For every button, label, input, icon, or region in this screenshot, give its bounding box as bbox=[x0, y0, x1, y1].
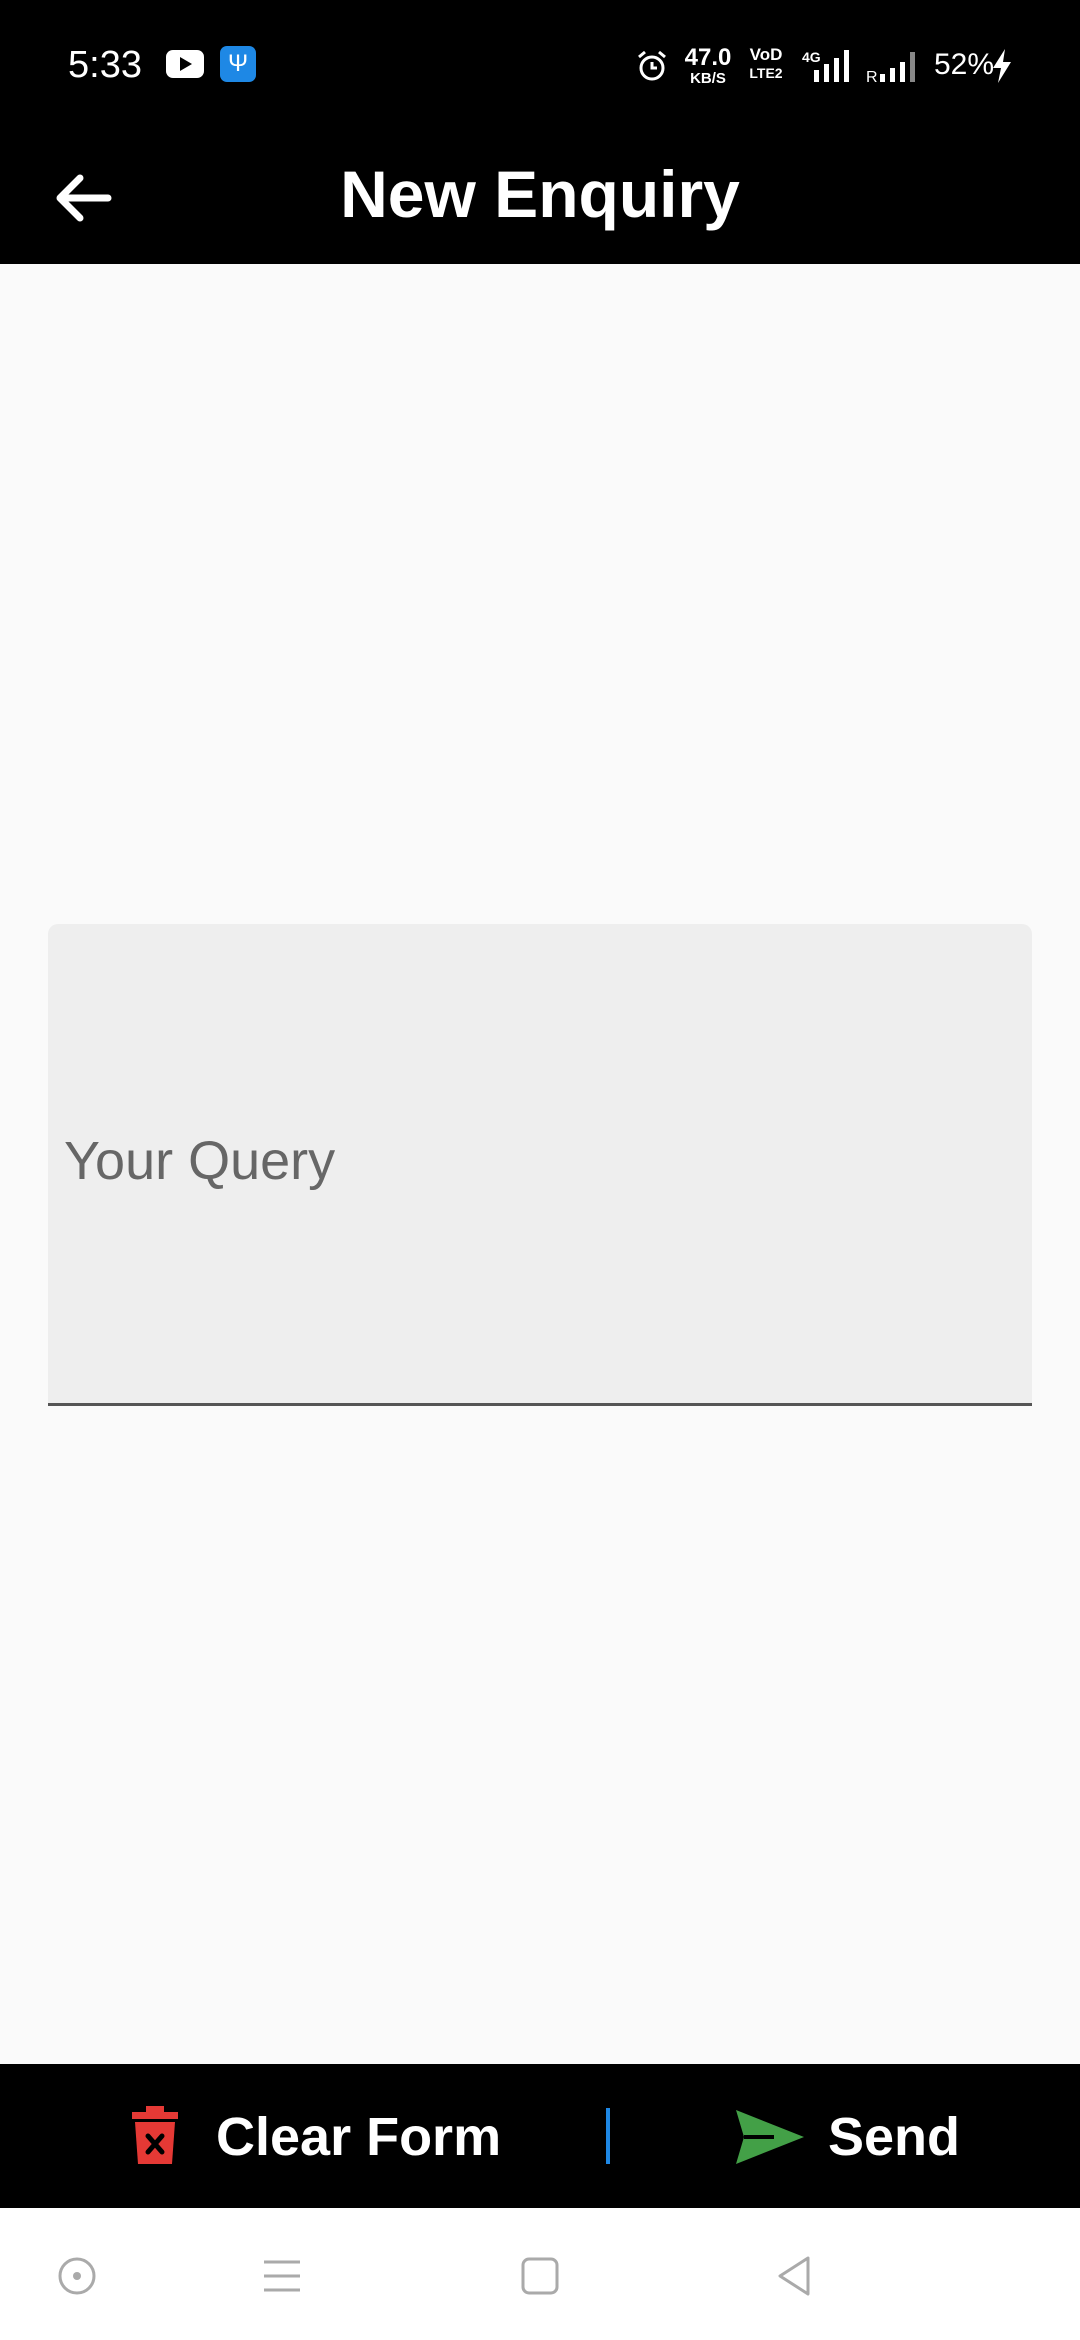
home-square-icon bbox=[521, 2257, 559, 2295]
status-bar: 5:33 Ψ 47.0 KB/S VoD LTE2 4G R 52% bbox=[0, 0, 1080, 132]
network-speed-value: 47.0 bbox=[684, 44, 732, 71]
menu-lines-icon bbox=[264, 2260, 300, 2292]
alarm-icon bbox=[638, 50, 666, 81]
usb-icon: Ψ bbox=[220, 46, 256, 82]
clear-form-label: Clear Form bbox=[216, 2107, 502, 2167]
network-type-label: 4G bbox=[802, 49, 821, 65]
back-triangle-icon bbox=[778, 2256, 810, 2296]
volte-indicator: VoD LTE2 bbox=[746, 46, 786, 80]
status-time: 5:33 bbox=[68, 44, 142, 86]
arrow-left-icon bbox=[56, 174, 112, 222]
assistant-circle-icon bbox=[58, 2257, 96, 2295]
query-input[interactable]: Your Query bbox=[48, 924, 1032, 1406]
charging-bolt-icon bbox=[993, 49, 1011, 83]
clear-form-button[interactable]: Clear Form bbox=[120, 2064, 502, 2208]
app-bar: New Enquiry bbox=[0, 132, 1080, 264]
trash-icon bbox=[132, 2106, 178, 2164]
battery-level: 52% bbox=[934, 48, 995, 81]
home-nav-button[interactable] bbox=[510, 2246, 570, 2306]
back-nav-button[interactable] bbox=[764, 2246, 824, 2306]
signal-strength-icon-sim2: R bbox=[866, 52, 915, 84]
network-speed-unit: KB/S bbox=[690, 70, 726, 87]
youtube-icon bbox=[166, 50, 204, 78]
bottom-action-bar: Clear Form Send bbox=[0, 2064, 1080, 2208]
system-nav-bar bbox=[0, 2208, 1080, 2340]
send-button[interactable]: Send bbox=[728, 2064, 988, 2208]
screen: 5:33 Ψ 47.0 KB/S VoD LTE2 4G R 52% New E… bbox=[0, 0, 1080, 2340]
send-label: Send bbox=[828, 2107, 961, 2167]
network-speed: 47.0 KB/S bbox=[683, 44, 733, 87]
query-placeholder: Your Query bbox=[64, 1131, 336, 1191]
roaming-label: R bbox=[866, 69, 878, 84]
send-icon bbox=[736, 2110, 804, 2164]
volte-bottom: LTE2 bbox=[749, 65, 783, 81]
volte-top: VoD bbox=[749, 45, 783, 64]
recents-nav-button[interactable] bbox=[252, 2246, 312, 2306]
action-divider bbox=[606, 2108, 610, 2164]
assistant-nav-button[interactable] bbox=[47, 2246, 107, 2306]
page-title: New Enquiry bbox=[340, 157, 740, 231]
back-button[interactable] bbox=[44, 162, 124, 234]
signal-strength-icon-sim1: 4G bbox=[802, 49, 849, 82]
